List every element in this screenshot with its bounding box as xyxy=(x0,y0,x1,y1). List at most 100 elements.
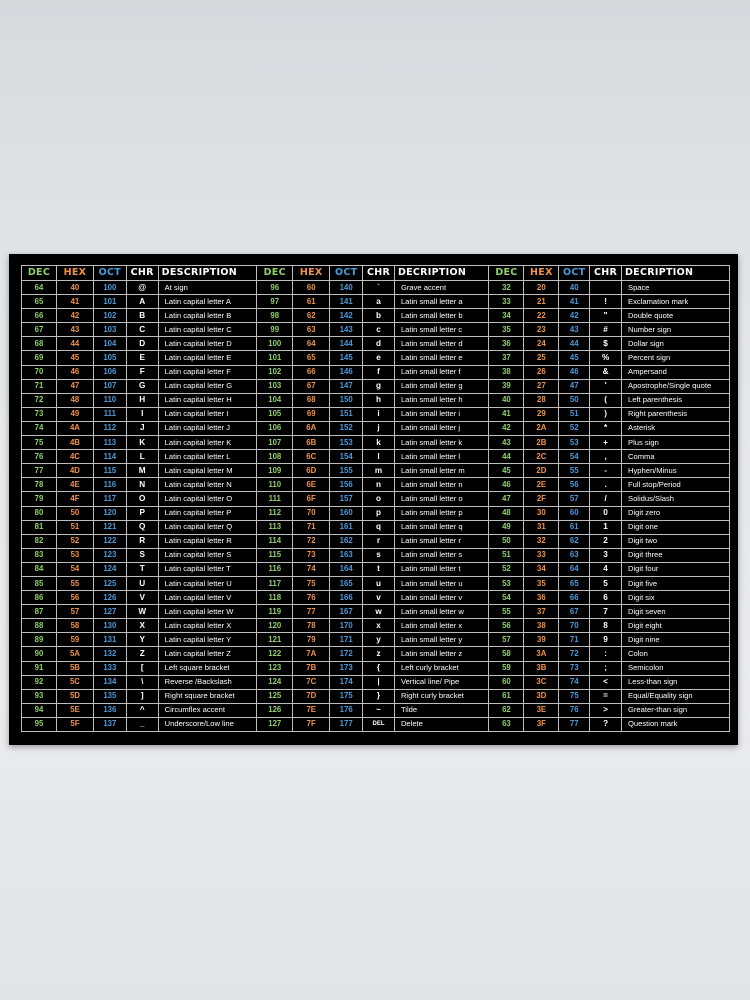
header-dec: DEC xyxy=(488,265,525,281)
chr-cell: r xyxy=(362,533,395,549)
header-chr: CHR xyxy=(589,265,622,281)
oct-cell: 124 xyxy=(92,561,127,577)
table-row: 74 4A 112 J Latin capital letter J 106 6A 152 j L… xyxy=(21,420,730,437)
hex-cell: 40 xyxy=(55,279,94,296)
hex-cell: 69 xyxy=(292,406,331,422)
oct-cell: 150 xyxy=(329,392,364,408)
description-cell: Double quote xyxy=(621,308,730,324)
dec-cell: 52 xyxy=(488,561,525,577)
chr-cell: Z xyxy=(125,646,159,662)
description-cell: Latin capital letter M xyxy=(157,463,258,479)
hex-cell: 3D xyxy=(523,688,560,704)
hex-cell: 45 xyxy=(55,350,94,366)
oct-cell: 127 xyxy=(92,604,127,620)
dec-cell: 125 xyxy=(256,688,294,704)
hex-cell: 79 xyxy=(292,632,331,648)
description-cell: Latin small letter e xyxy=(393,350,490,366)
table-row: 88 58 130 X Latin capital letter X 120 78 170 x L… xyxy=(21,618,730,634)
chr-cell: R xyxy=(125,533,159,549)
oct-cell: 173 xyxy=(329,660,364,676)
table-row: 94 5E 136 ^ Circumflex accent 126 7E 176 ~ Tilde 6… xyxy=(21,702,730,718)
dec-cell: 70 xyxy=(21,364,57,380)
hex-cell: 66 xyxy=(292,364,331,380)
oct-cell: 114 xyxy=(92,449,127,465)
dec-cell: 39 xyxy=(488,378,525,394)
header-hex: HEX xyxy=(523,265,560,281)
table-row: 85 55 125 U Latin capital letter U 117 75 165 u L… xyxy=(21,575,730,592)
table-row: 89 59 131 Y Latin capital letter Y 121 79 171 y L… xyxy=(21,632,730,648)
description-cell: Percent sign xyxy=(621,350,730,366)
hex-cell: 67 xyxy=(292,378,331,394)
description-cell: Latin capital letter D xyxy=(157,336,258,352)
dec-cell: 91 xyxy=(21,660,57,676)
chr-cell: ^ xyxy=(125,702,159,718)
hex-cell: 60 xyxy=(292,279,331,296)
oct-cell: 131 xyxy=(92,632,127,648)
chr-cell: & xyxy=(589,364,622,380)
dec-cell: 37 xyxy=(488,350,525,366)
hex-cell: 59 xyxy=(55,632,94,648)
dec-cell: 65 xyxy=(21,294,57,310)
oct-cell: 45 xyxy=(558,350,591,366)
oct-cell: 130 xyxy=(92,618,127,634)
dec-cell: 59 xyxy=(488,660,525,676)
chr-cell: = xyxy=(589,688,622,704)
dec-cell: 98 xyxy=(256,308,294,324)
oct-cell: 121 xyxy=(92,519,127,535)
description-cell: Apostrophe/Single quote xyxy=(621,378,730,394)
description-cell: Left curly bracket xyxy=(393,660,490,676)
description-cell: Latin capital letter R xyxy=(157,533,258,549)
description-cell: Full stop/Period xyxy=(621,477,730,493)
oct-cell: 64 xyxy=(558,561,591,577)
description-cell: Grave accent xyxy=(393,279,490,296)
chr-cell: ) xyxy=(589,406,622,422)
chr-cell: Y xyxy=(125,632,159,648)
dec-cell: 33 xyxy=(488,294,525,310)
hex-cell: 5A xyxy=(55,646,94,662)
oct-cell: 72 xyxy=(558,646,591,662)
chr-cell: * xyxy=(589,420,622,437)
hex-cell: 25 xyxy=(523,350,560,366)
dec-cell: 106 xyxy=(256,420,294,437)
description-cell: Right square bracket xyxy=(157,688,258,704)
description-cell: Latin small letter b xyxy=(393,308,490,324)
oct-cell: 54 xyxy=(558,449,591,465)
description-cell: Digit five xyxy=(621,575,730,592)
oct-cell: 136 xyxy=(92,702,127,718)
dec-cell: 102 xyxy=(256,364,294,380)
dec-cell: 75 xyxy=(21,435,57,451)
ascii-poster: DEC HEX OCT CHR DESCRIPTION DEC HEX OCT … xyxy=(9,254,738,745)
chr-cell: f xyxy=(362,364,395,380)
oct-cell: 177 xyxy=(329,716,364,733)
hex-cell: 4D xyxy=(55,463,94,479)
table-row: 64 40 100 @ At sign 96 60 140 ` Grave accent 32 20 4… xyxy=(21,279,730,296)
hex-cell: 33 xyxy=(523,547,560,563)
chr-cell: e xyxy=(362,350,395,366)
chr-cell: H xyxy=(125,392,159,408)
oct-cell: 134 xyxy=(92,674,127,690)
hex-cell: 7D xyxy=(292,688,331,704)
description-cell: Digit one xyxy=(621,519,730,535)
chr-cell: z xyxy=(362,646,395,662)
oct-cell: 41 xyxy=(558,294,591,310)
description-cell: Latin capital letter J xyxy=(157,420,258,437)
dec-cell: 108 xyxy=(256,449,294,465)
hex-cell: 74 xyxy=(292,561,331,577)
chr-cell: d xyxy=(362,336,395,352)
oct-cell: 74 xyxy=(558,674,591,690)
dec-cell: 118 xyxy=(256,590,294,606)
oct-cell: 153 xyxy=(329,435,364,451)
hex-cell: 36 xyxy=(523,590,560,606)
chr-cell: n xyxy=(362,477,395,493)
chr-cell: 0 xyxy=(589,505,622,521)
dec-cell: 111 xyxy=(256,491,294,507)
description-cell: Greater-than sign xyxy=(621,702,730,718)
description-cell: Latin capital letter T xyxy=(157,561,258,577)
hex-cell: 48 xyxy=(55,392,94,408)
dec-cell: 116 xyxy=(256,561,294,577)
oct-cell: 43 xyxy=(558,322,591,338)
description-cell: Ampersand xyxy=(621,364,730,380)
chr-cell: % xyxy=(589,350,622,366)
hex-cell: 32 xyxy=(523,533,560,549)
dec-cell: 90 xyxy=(21,646,57,662)
